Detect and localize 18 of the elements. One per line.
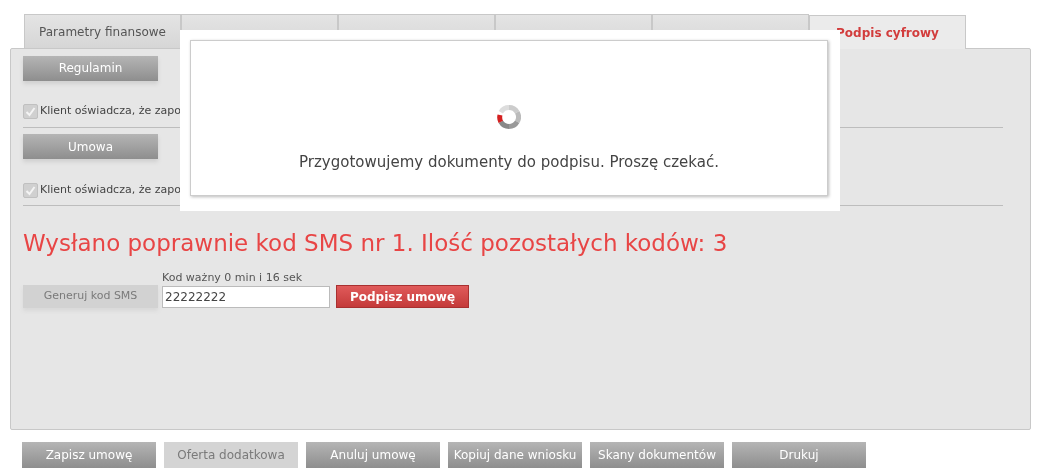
action-button[interactable]: Zapisz umowę [22,442,156,468]
consent-checkbox[interactable] [23,104,38,119]
document-button[interactable]: Regulamin [23,55,158,81]
action-button[interactable]: Anuluj umowę [306,442,440,468]
action-button[interactable]: Kopiuj dane wniosku [448,442,582,468]
code-validity-label: Kod ważny 0 min i 16 sek [162,270,303,286]
loading-message: Przygotowujemy dokumenty do podpisu. Proszę czekać. [299,152,719,173]
sms-status-message: Wysłano poprawnie kod SMS nr 1. Ilość pozostałych kodów: 3 [23,229,729,258]
action-button[interactable]: Drukuj [732,442,866,468]
tab[interactable]: Parametry finansowe [24,14,181,48]
consent-text: Klient oświadcza, że zapo [40,181,181,198]
document-button[interactable]: Umowa [23,134,158,159]
loading-spinner-icon [497,105,521,129]
action-button[interactable]: Skany dokumentów [590,442,724,468]
sms-code-field[interactable]: 22222222 [162,286,330,308]
sign-contract-button[interactable]: Podpisz umowę [336,285,469,308]
consent-text: Klient oświadcza, że zapo [40,103,181,120]
consent-checkbox[interactable] [23,182,38,198]
